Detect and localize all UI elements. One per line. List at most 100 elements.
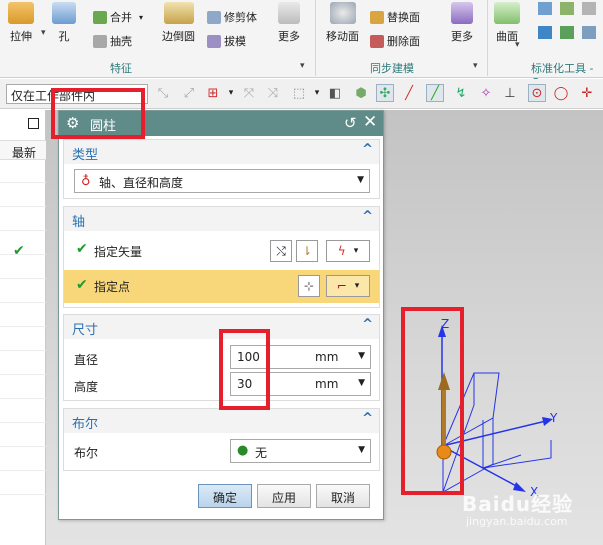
more-icon	[451, 2, 473, 24]
boolean-section-title: 布尔	[72, 417, 99, 432]
select-filter-icon[interactable]: ⤡	[154, 84, 172, 102]
unite-icon	[93, 10, 107, 24]
trim-body-icon	[207, 10, 221, 24]
cancel-button-label: 取消	[330, 491, 355, 505]
unite-button[interactable]: 合并 ▾	[93, 9, 143, 25]
edge-blend-label: 边倒圆	[162, 30, 195, 43]
annotation-box-title	[51, 88, 145, 139]
ribbon-divider	[487, 0, 488, 76]
edge-blend-button[interactable]: 边倒圆	[162, 2, 195, 44]
hole-label: 孔	[58, 30, 70, 43]
specify-vector-row[interactable]: ✔ 指定矢量 ⤭ ⇂ ϟ ▾	[64, 234, 379, 268]
delete-face-button[interactable]: 删除面	[370, 33, 420, 49]
group-feature-more-icon[interactable]: ▾	[300, 61, 305, 71]
hole-button[interactable]: 孔	[52, 2, 76, 44]
boolean-select-value: 无	[255, 446, 268, 460]
extrude-button[interactable]: 拉伸	[8, 2, 34, 44]
shell-button[interactable]: 抽壳	[93, 33, 132, 49]
cylinder-type-icon: ♁	[81, 174, 91, 189]
chevron-up-icon[interactable]: ^	[362, 411, 373, 426]
ribbon-divider	[315, 0, 316, 76]
arc-center-icon[interactable]: ⊙	[528, 84, 546, 102]
trim-body-button[interactable]: 修剪体	[207, 9, 257, 25]
curve-snap-icon[interactable]: ↯	[452, 84, 470, 102]
type-section-header[interactable]: 类型 ^	[64, 140, 379, 164]
type-select[interactable]: ♁ 轴、直径和高度 ▼	[74, 169, 370, 193]
tool-icon[interactable]	[538, 2, 552, 15]
specify-point-row[interactable]: ✔ 指定点 ⊹ ⌐ ▾	[64, 270, 379, 303]
tool-icon[interactable]	[560, 2, 574, 15]
snap-icon[interactable]: ⤢	[180, 84, 198, 102]
move-face-label: 移动面	[326, 30, 359, 43]
boolean-select[interactable]: ● 无 ▼	[230, 439, 371, 463]
cancel-button[interactable]: 取消	[316, 484, 370, 508]
check-icon: ✔	[13, 243, 25, 259]
ok-button[interactable]: 确定	[198, 484, 252, 508]
point-dialog-icon[interactable]: ⊹	[298, 275, 320, 297]
specify-vector-label: 指定矢量	[94, 245, 143, 259]
vector-dialog-icon[interactable]: ⇂	[296, 240, 318, 262]
reset-icon[interactable]: ↺	[344, 114, 357, 132]
tool-icon[interactable]	[560, 26, 574, 39]
extrude-dropdown-icon[interactable]: ▾	[41, 28, 46, 38]
group-sync-more-icon[interactable]: ▾	[473, 61, 478, 71]
tool-icon[interactable]	[582, 26, 596, 39]
tree-row-divider	[0, 182, 46, 183]
boolean-section-header[interactable]: 布尔 ^	[64, 409, 379, 433]
replace-face-button[interactable]: 替换面	[370, 9, 420, 25]
face-rule-icon[interactable]: ⤨	[264, 84, 282, 102]
column-header-latest[interactable]: 最新	[0, 140, 46, 160]
tree-row-divider	[0, 398, 46, 399]
chevron-down-icon[interactable]: ▾	[222, 84, 240, 102]
intersection-icon[interactable]: ⊥	[501, 84, 519, 102]
standard-tools-icons	[538, 2, 603, 54]
ribbon: 拉伸 ▾ 孔 合并 ▾ 抽壳 边倒圆 修剪体 拔模 更多 特征 ▾ 移动面 替换…	[0, 0, 603, 89]
draft-button[interactable]: 拔模	[207, 33, 246, 49]
line-snap-icon[interactable]: ╱	[400, 84, 418, 102]
group-sync-label: 同步建模	[370, 62, 414, 75]
boolean-none-icon: ●	[237, 443, 249, 458]
feature-more-label: 更多	[278, 30, 300, 43]
close-icon[interactable]: ✕	[363, 112, 377, 132]
inferred-point-icon: ⌐	[336, 279, 347, 293]
maximize-icon[interactable]	[28, 118, 39, 129]
diameter-label: 直径	[74, 353, 99, 367]
chevron-up-icon[interactable]: ^	[362, 209, 373, 224]
mid-point-icon[interactable]: ╱	[426, 84, 444, 102]
curve-rule-icon[interactable]: ⤧	[240, 84, 258, 102]
quadrant-point-icon[interactable]: ◯	[552, 84, 570, 102]
snap-end-point-icon[interactable]: ✣	[376, 84, 394, 102]
control-point-icon[interactable]: ✧	[477, 84, 495, 102]
type-select-value: 轴、直径和高度	[99, 176, 184, 190]
chevron-down-icon[interactable]: ▼	[358, 351, 365, 361]
tree-row-divider	[0, 494, 46, 495]
tool-icon[interactable]	[538, 26, 552, 39]
surface-dropdown-icon[interactable]: ▾	[515, 40, 520, 50]
tree-row-divider	[0, 422, 46, 423]
chevron-down-icon[interactable]: ▼	[358, 378, 365, 388]
axis-section-header[interactable]: 轴 ^	[64, 207, 379, 231]
existing-point-icon[interactable]: ✛	[578, 84, 596, 102]
tree-row-divider	[0, 326, 46, 327]
group-feature-label: 特征	[110, 62, 132, 75]
tool-icon[interactable]	[582, 2, 596, 15]
vector-inference-select[interactable]: ϟ ▾	[326, 240, 370, 262]
shaded-icon[interactable]: ⬢	[352, 84, 370, 102]
chevron-up-icon[interactable]: ^	[362, 142, 373, 157]
chevron-down-icon[interactable]: ▾	[308, 84, 326, 102]
chevron-down-icon: ▾	[139, 12, 144, 22]
move-face-button[interactable]: 移动面	[326, 2, 359, 44]
chevron-down-icon: ▾	[353, 246, 359, 256]
box-select-icon[interactable]: ⬚	[290, 84, 308, 102]
feature-more-button[interactable]: 更多	[278, 2, 300, 44]
apply-button[interactable]: 应用	[257, 484, 311, 508]
point-select-icon[interactable]: ⊞	[204, 84, 222, 102]
replace-face-label: 替换面	[387, 11, 420, 24]
chevron-up-icon[interactable]: ^	[362, 317, 373, 332]
sync-more-button[interactable]: 更多	[451, 2, 473, 44]
view-cube-icon[interactable]: ◧	[326, 84, 344, 102]
point-inference-select[interactable]: ⌐ ▾	[326, 275, 370, 297]
axis-section: 轴 ^ ✔ 指定矢量 ⤭ ⇂ ϟ ▾ ✔ 指定点 ⊹ ⌐ ▾	[63, 206, 380, 308]
surface-button[interactable]: 曲面	[494, 2, 520, 44]
reverse-direction-icon[interactable]: ⤭	[270, 240, 292, 262]
